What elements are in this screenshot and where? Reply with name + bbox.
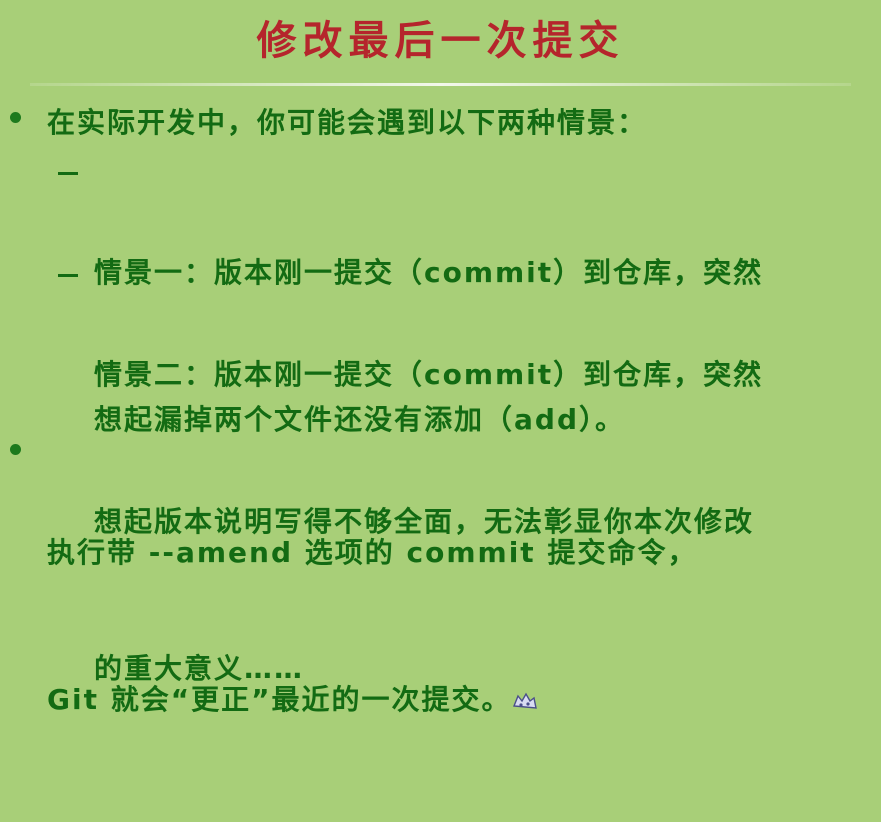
slide-title: 修改最后一次提交 [256, 17, 625, 64]
bullet-dot-icon [10, 112, 21, 123]
dash-icon [58, 274, 78, 277]
bullet-dot-icon [10, 444, 21, 455]
title-divider [30, 83, 851, 86]
dash-icon [58, 172, 78, 175]
amend-line-2-text: Git 就会“更正”最近的一次提交。 [47, 683, 512, 716]
scenario-2-line-1: 情景二：版本刚一提交（commit）到仓库，突然 [94, 358, 764, 391]
amend-text: 执行带 --amend 选项的 commit 提交命令， Git 就会“更正”最… [47, 430, 697, 822]
bullet-text: 在实际开发中，你可能会遇到以下两种情景： [47, 106, 648, 139]
bullet-item-amend: 执行带 --amend 选项的 commit 提交命令， Git 就会“更正”最… [10, 430, 697, 822]
slide: 修改最后一次提交 在实际开发中，你可能会遇到以下两种情景： 情景一：版本刚一提交… [0, 0, 881, 716]
amend-line-1: 执行带 --amend 选项的 commit 提交命令， [47, 536, 698, 569]
bullet-item-scenarios: 在实际开发中，你可能会遇到以下两种情景： [10, 98, 647, 147]
mouse-icon[interactable] [512, 692, 538, 712]
amend-line-2: Git 就会“更正”最近的一次提交。 [47, 675, 697, 724]
